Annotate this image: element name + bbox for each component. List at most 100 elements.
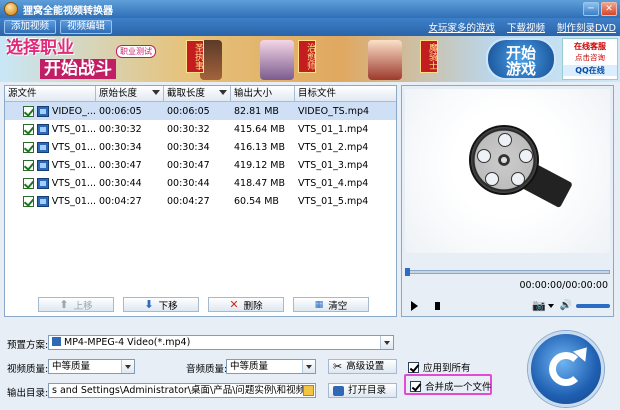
row-checkbox[interactable] bbox=[23, 177, 34, 189]
preset-select[interactable]: MP4-MPEG-4 Video(*.mp4) bbox=[48, 335, 394, 350]
burn-dvd-link[interactable]: 制作刻录DVD bbox=[557, 20, 616, 34]
video-quality-select[interactable]: 中等质量 bbox=[48, 359, 135, 374]
play-game-label: 开始 bbox=[505, 44, 536, 62]
row-checkbox[interactable] bbox=[23, 159, 34, 171]
cell-source: VTS_01... bbox=[5, 123, 96, 135]
play-icon[interactable] bbox=[411, 300, 418, 311]
minimize-button[interactable]: ─ bbox=[583, 2, 599, 16]
source-name: VTS_01... bbox=[51, 195, 96, 207]
cell-clip-length: 00:30:32 bbox=[167, 123, 210, 135]
preset-value: MP4-MPEG-4 Video(*.mp4) bbox=[64, 337, 191, 348]
camera-icon[interactable]: 📷 bbox=[532, 299, 546, 312]
film-icon bbox=[36, 159, 49, 171]
row-checkbox[interactable] bbox=[23, 105, 34, 117]
camera-dropdown-icon[interactable] bbox=[547, 303, 554, 308]
output-dir-label: 输出目录: bbox=[7, 388, 49, 399]
volume-slider[interactable] bbox=[576, 303, 610, 308]
apply-all-checkbox[interactable]: 应用到所有 bbox=[408, 360, 471, 374]
merge-checkbox[interactable]: 合并成一个文件 bbox=[410, 379, 492, 393]
column-original-length[interactable]: 原始长度 bbox=[96, 86, 164, 101]
folder-icon[interactable] bbox=[303, 385, 314, 396]
cell-source: VIDEO_... bbox=[5, 105, 96, 117]
stop-icon[interactable] bbox=[435, 301, 441, 310]
audio-quality-select[interactable]: 中等质量 bbox=[226, 359, 316, 374]
online-service-box[interactable]: 在线客服 点击咨询 QQ在线 bbox=[562, 38, 618, 80]
film-icon bbox=[36, 177, 49, 189]
advanced-settings-button[interactable]: ✂ 高级设置 bbox=[328, 359, 397, 374]
row-checkbox[interactable] bbox=[23, 195, 34, 207]
delete-label: 删除 bbox=[243, 300, 263, 312]
delete-button[interactable]: ✕ 删除 bbox=[208, 297, 284, 312]
move-up-label: 上移 bbox=[73, 300, 93, 312]
reel-hole bbox=[477, 149, 491, 163]
video-edit-tab[interactable]: 视频编辑 bbox=[60, 20, 113, 34]
file-list: 源文件 原始长度 截取长度 输出大小 目标文件 VIDEO_... 00:06:0… bbox=[4, 85, 397, 317]
table-row[interactable]: VIDEO_... 00:06:05 00:06:05 82.81 MB VIDEO_T… bbox=[5, 102, 396, 120]
clear-button[interactable]: ▦ 清空 bbox=[293, 297, 369, 312]
convert-arrow-icon bbox=[549, 352, 583, 386]
audio-quality-value: 中等质量 bbox=[230, 361, 269, 372]
cell-original-length: 00:06:05 bbox=[99, 105, 142, 117]
source-name: VTS_01... bbox=[51, 123, 96, 135]
column-source[interactable]: 源文件 bbox=[5, 86, 96, 101]
table-row[interactable]: VTS_01... 00:30:34 00:30:34 416.13 MB VTS_01… bbox=[5, 138, 396, 156]
merge-label: 合并成一个文件 bbox=[425, 382, 492, 393]
hero-image bbox=[260, 40, 294, 80]
games-link[interactable]: 女玩家多的游戏 bbox=[429, 20, 496, 34]
title-bar: 狸窝全能视频转换器 ─ ✕ bbox=[0, 0, 620, 18]
app-logo-icon bbox=[4, 2, 18, 16]
hero-image bbox=[368, 40, 402, 80]
row-checkbox[interactable] bbox=[23, 123, 34, 135]
chevron-down-icon bbox=[302, 360, 315, 373]
row-checkbox[interactable] bbox=[23, 141, 34, 153]
cell-source: VTS_01... bbox=[5, 159, 96, 171]
table-row[interactable]: VTS_01... 00:30:47 00:30:47 419.12 MB VTS_01… bbox=[5, 156, 396, 174]
cell-original-length: 00:30:32 bbox=[99, 123, 142, 135]
cell-source: VTS_01... bbox=[5, 141, 96, 153]
window-title: 狸窝全能视频转换器 bbox=[23, 5, 113, 17]
preview-panel: 00:00:00/00:00:00 📷 🔊 bbox=[401, 85, 614, 317]
cell-original-length: 00:30:34 bbox=[99, 141, 142, 153]
reel-hole bbox=[519, 149, 533, 163]
close-button[interactable]: ✕ bbox=[601, 2, 617, 16]
cell-target-file: VTS_01_3.mp4 bbox=[298, 159, 369, 171]
open-dir-button[interactable]: 打开目录 bbox=[328, 383, 397, 398]
seek-handle[interactable] bbox=[405, 268, 410, 276]
add-video-tab[interactable]: 添加视频 bbox=[4, 20, 57, 34]
play-game-button[interactable]: 开始 游戏 bbox=[486, 38, 556, 80]
source-name: VTS_01... bbox=[51, 177, 96, 189]
chevron-down-icon bbox=[121, 360, 134, 373]
column-target-file[interactable]: 目标文件 bbox=[295, 86, 396, 101]
output-dir-input[interactable]: s and Settings\Administrator\桌面\产品\问题实例\… bbox=[48, 383, 316, 398]
film-icon bbox=[36, 123, 49, 135]
seek-bar[interactable] bbox=[405, 268, 610, 276]
cell-output-size: 418.47 MB bbox=[234, 177, 285, 189]
film-icon bbox=[37, 105, 49, 117]
film-icon bbox=[36, 141, 49, 153]
cell-clip-length: 00:30:44 bbox=[167, 177, 210, 189]
table-row[interactable]: VTS_01... 00:04:27 00:04:27 60.54 MB VTS_01_… bbox=[5, 192, 396, 210]
source-name: VTS_01... bbox=[51, 159, 96, 171]
cell-original-length: 00:04:27 bbox=[99, 195, 142, 207]
column-output-size[interactable]: 输出大小 bbox=[231, 86, 295, 101]
preset-format-icon bbox=[52, 337, 61, 346]
up-arrow-icon: ⬆ bbox=[59, 298, 69, 311]
hero-label: 治愈师 bbox=[298, 40, 316, 73]
output-dir-value: s and Settings\Administrator\桌面\产品\问题实例\… bbox=[52, 385, 315, 396]
hero-label: 魔骑士 bbox=[420, 40, 438, 73]
qq-online-link[interactable]: QQ在线 bbox=[563, 65, 617, 76]
column-clip-length[interactable]: 截取长度 bbox=[164, 86, 231, 101]
cell-source: VTS_01... bbox=[5, 195, 96, 207]
move-up-button[interactable]: ⬆ 上移 bbox=[38, 297, 114, 312]
convert-button[interactable] bbox=[528, 331, 604, 407]
move-down-button[interactable]: ⬇ 下移 bbox=[123, 297, 199, 312]
settings-area: 预置方案: MP4-MPEG-4 Video(*.mp4) 视频质量: 中等质量… bbox=[0, 325, 620, 410]
open-dir-label: 打开目录 bbox=[348, 385, 387, 396]
source-name: VTS_01... bbox=[51, 141, 96, 153]
table-row[interactable]: VTS_01... 00:30:32 00:30:32 415.64 MB VTS_01… bbox=[5, 120, 396, 138]
table-row[interactable]: VTS_01... 00:30:44 00:30:44 418.47 MB VTS_01… bbox=[5, 174, 396, 192]
download-video-link[interactable]: 下载视频 bbox=[507, 20, 545, 34]
speaker-icon[interactable]: 🔊 bbox=[560, 300, 572, 311]
ad-banner[interactable]: 选择职业 开始战斗 职业测试 圣执事 治愈师 魔骑士 开始 游戏 在线客服 点击… bbox=[0, 36, 620, 82]
banner-slogan-line1: 选择职业 bbox=[6, 38, 74, 58]
